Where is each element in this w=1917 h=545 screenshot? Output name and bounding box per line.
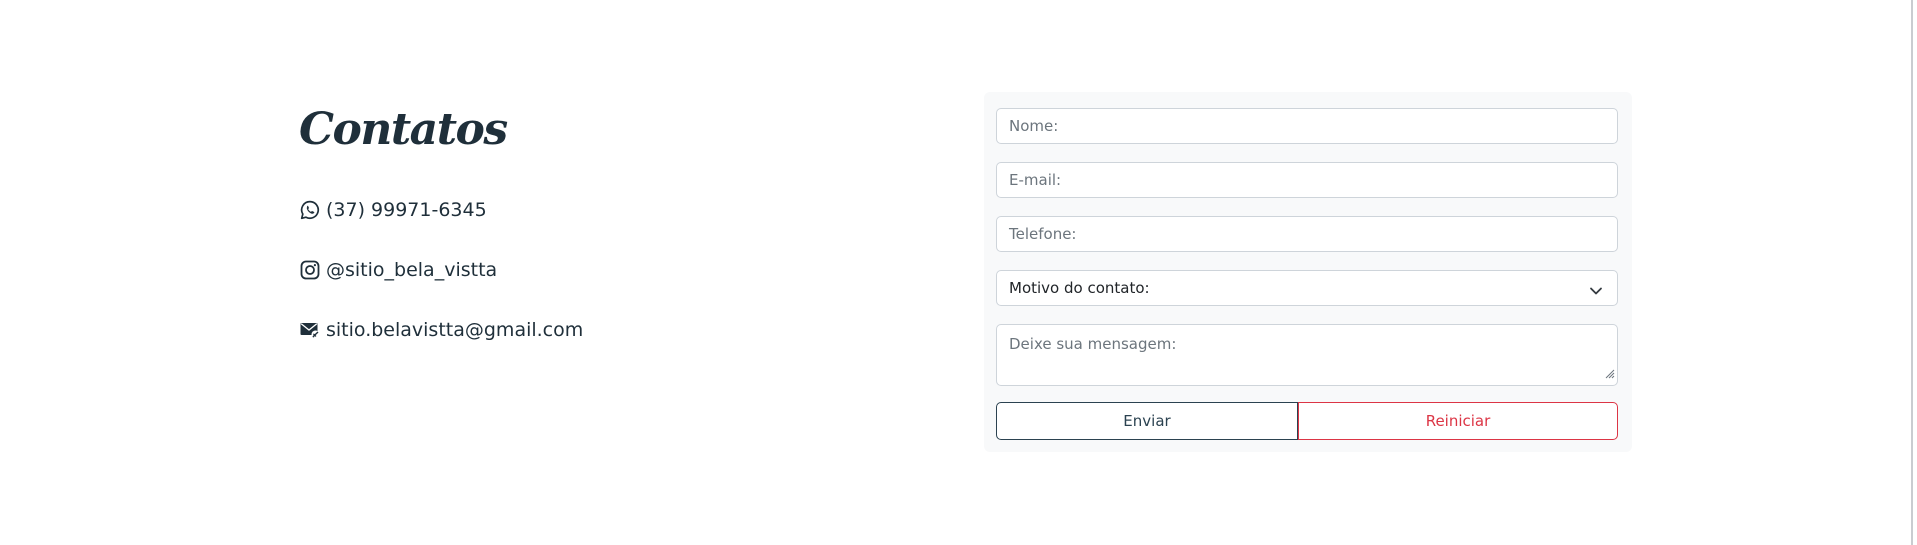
- envelope-icon: [299, 319, 321, 341]
- resize-handle-icon[interactable]: [1603, 365, 1615, 383]
- phone-placeholder: Telefone:: [1009, 225, 1077, 243]
- reason-select-value: Motivo do contato:: [1009, 279, 1150, 297]
- contacts-section: Contatos (37) 99971-6345 @sitio_bela_vis…: [299, 100, 799, 341]
- name-input[interactable]: Nome:: [996, 108, 1618, 144]
- contact-email-text: sitio.belavistta@gmail.com: [326, 319, 584, 341]
- phone-input[interactable]: Telefone:: [996, 216, 1618, 252]
- send-button[interactable]: Enviar: [996, 402, 1298, 440]
- reason-select[interactable]: Motivo do contato:: [996, 270, 1618, 306]
- message-textarea[interactable]: Deixe sua mensagem:: [996, 324, 1618, 386]
- contact-phone-text: (37) 99971-6345: [326, 199, 487, 221]
- instagram-icon: [299, 259, 321, 281]
- scrollbar[interactable]: [1911, 0, 1913, 545]
- page: Contatos (37) 99971-6345 @sitio_bela_vis…: [0, 0, 1917, 545]
- contact-form: Nome: E-mail: Telefone: Motivo do contat…: [984, 92, 1632, 452]
- contact-instagram[interactable]: @sitio_bela_vistta: [299, 257, 497, 283]
- chevron-down-icon: [1589, 282, 1603, 300]
- email-placeholder: E-mail:: [1009, 171, 1062, 189]
- contacts-title: Contatos: [299, 104, 508, 155]
- contact-email[interactable]: sitio.belavistta@gmail.com: [299, 317, 583, 343]
- contact-instagram-text: @sitio_bela_vistta: [326, 259, 498, 281]
- contact-phone: (37) 99971-6345: [299, 197, 487, 223]
- name-placeholder: Nome:: [1009, 117, 1059, 135]
- form-button-group: Enviar Reiniciar: [996, 402, 1618, 440]
- email-input[interactable]: E-mail:: [996, 162, 1618, 198]
- message-placeholder: Deixe sua mensagem:: [1009, 335, 1177, 353]
- whatsapp-icon: [299, 199, 321, 221]
- reset-button[interactable]: Reiniciar: [1298, 402, 1618, 440]
